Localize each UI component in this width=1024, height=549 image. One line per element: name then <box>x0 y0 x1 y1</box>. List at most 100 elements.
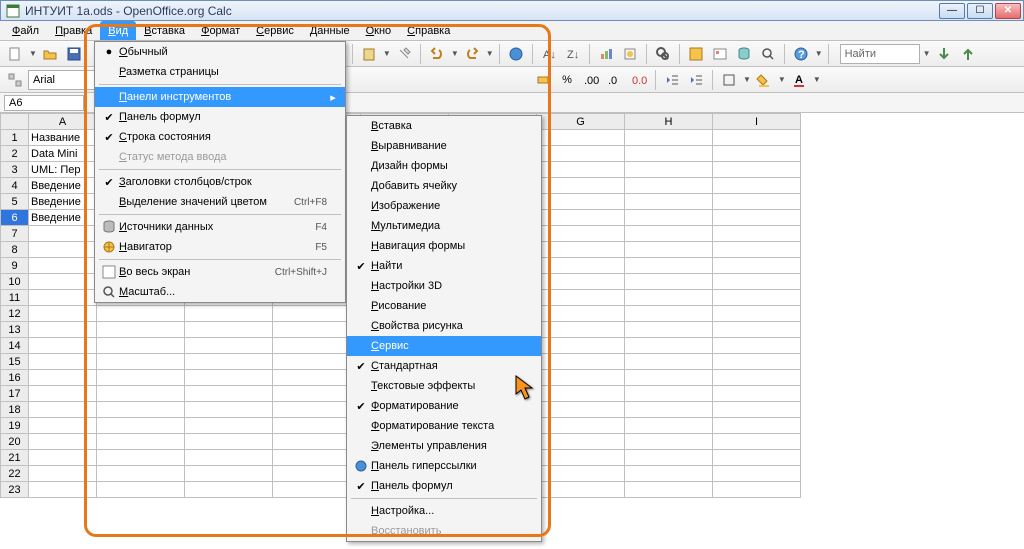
svg-text:A↓: A↓ <box>543 49 556 61</box>
link-icon <box>351 458 371 474</box>
menuitem-во-весь-экран[interactable]: Во весь экранCtrl+Shift+J <box>95 262 345 282</box>
decrease-indent-button[interactable] <box>661 69 683 91</box>
menuitem-выделение-значений-цветом[interactable]: Выделение значений цветомCtrl+F8 <box>95 192 345 212</box>
menuitem-изображение[interactable]: Изображение <box>347 196 541 216</box>
toolbars-submenu: ВставкаВыравниваниеДизайн формыДобавить … <box>346 115 542 542</box>
zoom-icon <box>99 284 119 300</box>
nav-icon <box>99 239 119 255</box>
window-title: ИНТУИТ 1a.ods - OpenOffice.org Calc <box>25 4 939 18</box>
zoom-button[interactable] <box>757 43 779 65</box>
menuitem-элементы-управления[interactable]: Элементы управления <box>347 436 541 456</box>
gallery-button[interactable] <box>709 43 731 65</box>
check-icon: ✔ <box>351 400 371 413</box>
menuitem-обычный[interactable]: ●Обычный <box>95 42 345 62</box>
app-icon <box>5 3 21 19</box>
menuitem-свойства-рисунка[interactable]: Свойства рисунка <box>347 316 541 336</box>
decimal-add-button[interactable]: .00 <box>580 69 602 91</box>
menuitem-панель-формул[interactable]: ✔Панель формул <box>347 476 541 496</box>
currency-button[interactable] <box>532 69 554 91</box>
menuitem-заголовки-столбцов-строк[interactable]: ✔Заголовки столбцов/строк <box>95 172 345 192</box>
menuitem-навигатор[interactable]: НавигаторF5 <box>95 237 345 257</box>
menuitem-масштаб-[interactable]: Масштаб... <box>95 282 345 302</box>
menu-формат[interactable]: Формат <box>193 21 248 40</box>
menuitem-дизайн-формы[interactable]: Дизайн формы <box>347 156 541 176</box>
find-button[interactable] <box>652 43 674 65</box>
menuitem-строка-состояния[interactable]: ✔Строка состояния <box>95 127 345 147</box>
menuitem-панели-инструментов[interactable]: Панели инструментов▸ <box>95 87 345 107</box>
menu-вид[interactable]: Вид <box>100 21 136 40</box>
redo-button[interactable] <box>461 43 483 65</box>
save-button[interactable] <box>63 43 85 65</box>
menuitem-навигация-формы[interactable]: Навигация формы <box>347 236 541 256</box>
check-icon: ✔ <box>351 480 371 493</box>
menu-вставка[interactable]: Вставка <box>136 21 193 40</box>
new-doc-button[interactable] <box>4 43 26 65</box>
view-menu-dropdown: ●ОбычныйРазметка страницы Панели инструме… <box>94 41 346 303</box>
menuitem-панель-формул[interactable]: ✔Панель формул <box>95 107 345 127</box>
check-icon: ✔ <box>99 111 119 124</box>
navigator-button[interactable] <box>685 43 707 65</box>
menuitem-настройка-[interactable]: Настройка... <box>347 501 541 521</box>
bgcolor-button[interactable] <box>753 69 775 91</box>
menuitem-форматирование[interactable]: ✔Форматирование <box>347 396 541 416</box>
menu-окно[interactable]: Окно <box>358 21 400 40</box>
minimize-button[interactable]: — <box>939 3 965 19</box>
number-standard-button[interactable]: 0.0 <box>628 69 650 91</box>
find-placeholder: Найти <box>845 48 876 60</box>
increase-indent-button[interactable] <box>685 69 707 91</box>
maximize-button[interactable]: ☐ <box>967 3 993 19</box>
font-color-button[interactable]: A <box>788 69 810 91</box>
find-prev-button[interactable] <box>957 43 979 65</box>
menu-bar: ФайлПравкаВидВставкаФорматСервисДанныеОк… <box>0 21 1024 41</box>
show-draw-button[interactable] <box>619 43 641 65</box>
styles-button[interactable] <box>4 69 26 91</box>
close-button[interactable]: ✕ <box>995 3 1021 19</box>
decimal-del-button[interactable]: .0 <box>604 69 626 91</box>
menuitem-разметка-страницы[interactable]: Разметка страницы <box>95 62 345 82</box>
menuitem-рисование[interactable]: Рисование <box>347 296 541 316</box>
menuitem-вставка[interactable]: Вставка <box>347 116 541 136</box>
menuitem-панель-гиперссылки[interactable]: Панель гиперссылки <box>347 456 541 476</box>
check-icon: ✔ <box>99 131 119 144</box>
check-icon: ✔ <box>351 360 371 373</box>
open-button[interactable] <box>39 43 61 65</box>
menuitem-выравнивание[interactable]: Выравнивание <box>347 136 541 156</box>
menu-файл[interactable]: Файл <box>4 21 47 40</box>
hyperlink-button[interactable] <box>505 43 527 65</box>
menuitem-текстовые-эффекты[interactable]: Текстовые эффекты <box>347 376 541 396</box>
sort-desc-button[interactable]: Z↓ <box>562 43 584 65</box>
svg-text:?: ? <box>798 49 805 61</box>
sort-asc-button[interactable]: A↓ <box>538 43 560 65</box>
menu-данные[interactable]: Данные <box>302 21 358 40</box>
find-next-button[interactable] <box>933 43 955 65</box>
chart-button[interactable] <box>595 43 617 65</box>
format-paintbrush-button[interactable] <box>393 43 415 65</box>
undo-button[interactable] <box>426 43 448 65</box>
menuitem-настройки-3d[interactable]: Настройки 3D <box>347 276 541 296</box>
menu-правка[interactable]: Правка <box>47 21 100 40</box>
menu-справка[interactable]: Справка <box>399 21 458 40</box>
window-controls: — ☐ ✕ <box>939 3 1021 19</box>
menuitem-найти[interactable]: ✔Найти <box>347 256 541 276</box>
menuitem-стандартная[interactable]: ✔Стандартная <box>347 356 541 376</box>
menuitem-источники-данных[interactable]: Источники данныхF4 <box>95 217 345 237</box>
menuitem-форматирование-текста[interactable]: Форматирование текста <box>347 416 541 436</box>
help-button[interactable]: ? <box>790 43 812 65</box>
menuitem-мультимедиа[interactable]: Мультимедиа <box>347 216 541 236</box>
menu-сервис[interactable]: Сервис <box>248 21 302 40</box>
cell-reference-box[interactable]: A6 <box>4 95 84 111</box>
menuitem-сервис[interactable]: Сервис <box>347 336 541 356</box>
title-bar: ИНТУИТ 1a.ods - OpenOffice.org Calc — ☐ … <box>0 0 1024 21</box>
paste-button[interactable] <box>358 43 380 65</box>
svg-text:A: A <box>795 74 803 86</box>
svg-text:0.0: 0.0 <box>632 75 647 87</box>
menuitem-добавить-ячейку[interactable]: Добавить ячейку <box>347 176 541 196</box>
percent-button[interactable]: % <box>556 69 578 91</box>
find-input[interactable]: Найти <box>840 44 920 64</box>
data-sources-button[interactable] <box>733 43 755 65</box>
svg-text:.00: .00 <box>584 75 599 87</box>
svg-text:Z↓: Z↓ <box>567 49 579 61</box>
menuitem-восстановить: Восстановить <box>347 521 541 541</box>
menuitem-статус-метода-ввода: Статус метода ввода <box>95 147 345 167</box>
borders-button[interactable] <box>718 69 740 91</box>
